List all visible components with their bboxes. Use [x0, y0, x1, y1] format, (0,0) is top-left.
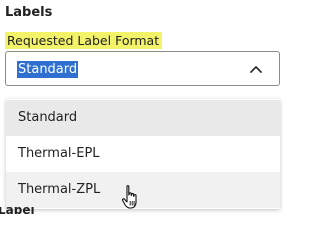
requested-label-format-select[interactable]: Standard: [5, 51, 280, 86]
obscured-heading-fragment: Label: [0, 207, 35, 217]
select-current-value: Standard: [17, 61, 79, 78]
option-thermal-zpl[interactable]: Thermal-ZPL: [6, 172, 280, 208]
underlying-partial-text: Label: [0, 207, 40, 217]
requested-label-format-label: Requested Label Format: [5, 32, 163, 49]
format-options-list: Standard Thermal-EPL Thermal-ZPL: [6, 99, 280, 209]
option-standard[interactable]: Standard: [6, 100, 280, 136]
hand-pointer-cursor-icon: [121, 185, 137, 209]
section-title: Labels: [5, 5, 53, 20]
chevron-up-icon[interactable]: [250, 65, 262, 73]
labels-panel: Labels Requested Label Format Standard S…: [0, 0, 288, 217]
option-thermal-epl[interactable]: Thermal-EPL: [6, 136, 280, 172]
